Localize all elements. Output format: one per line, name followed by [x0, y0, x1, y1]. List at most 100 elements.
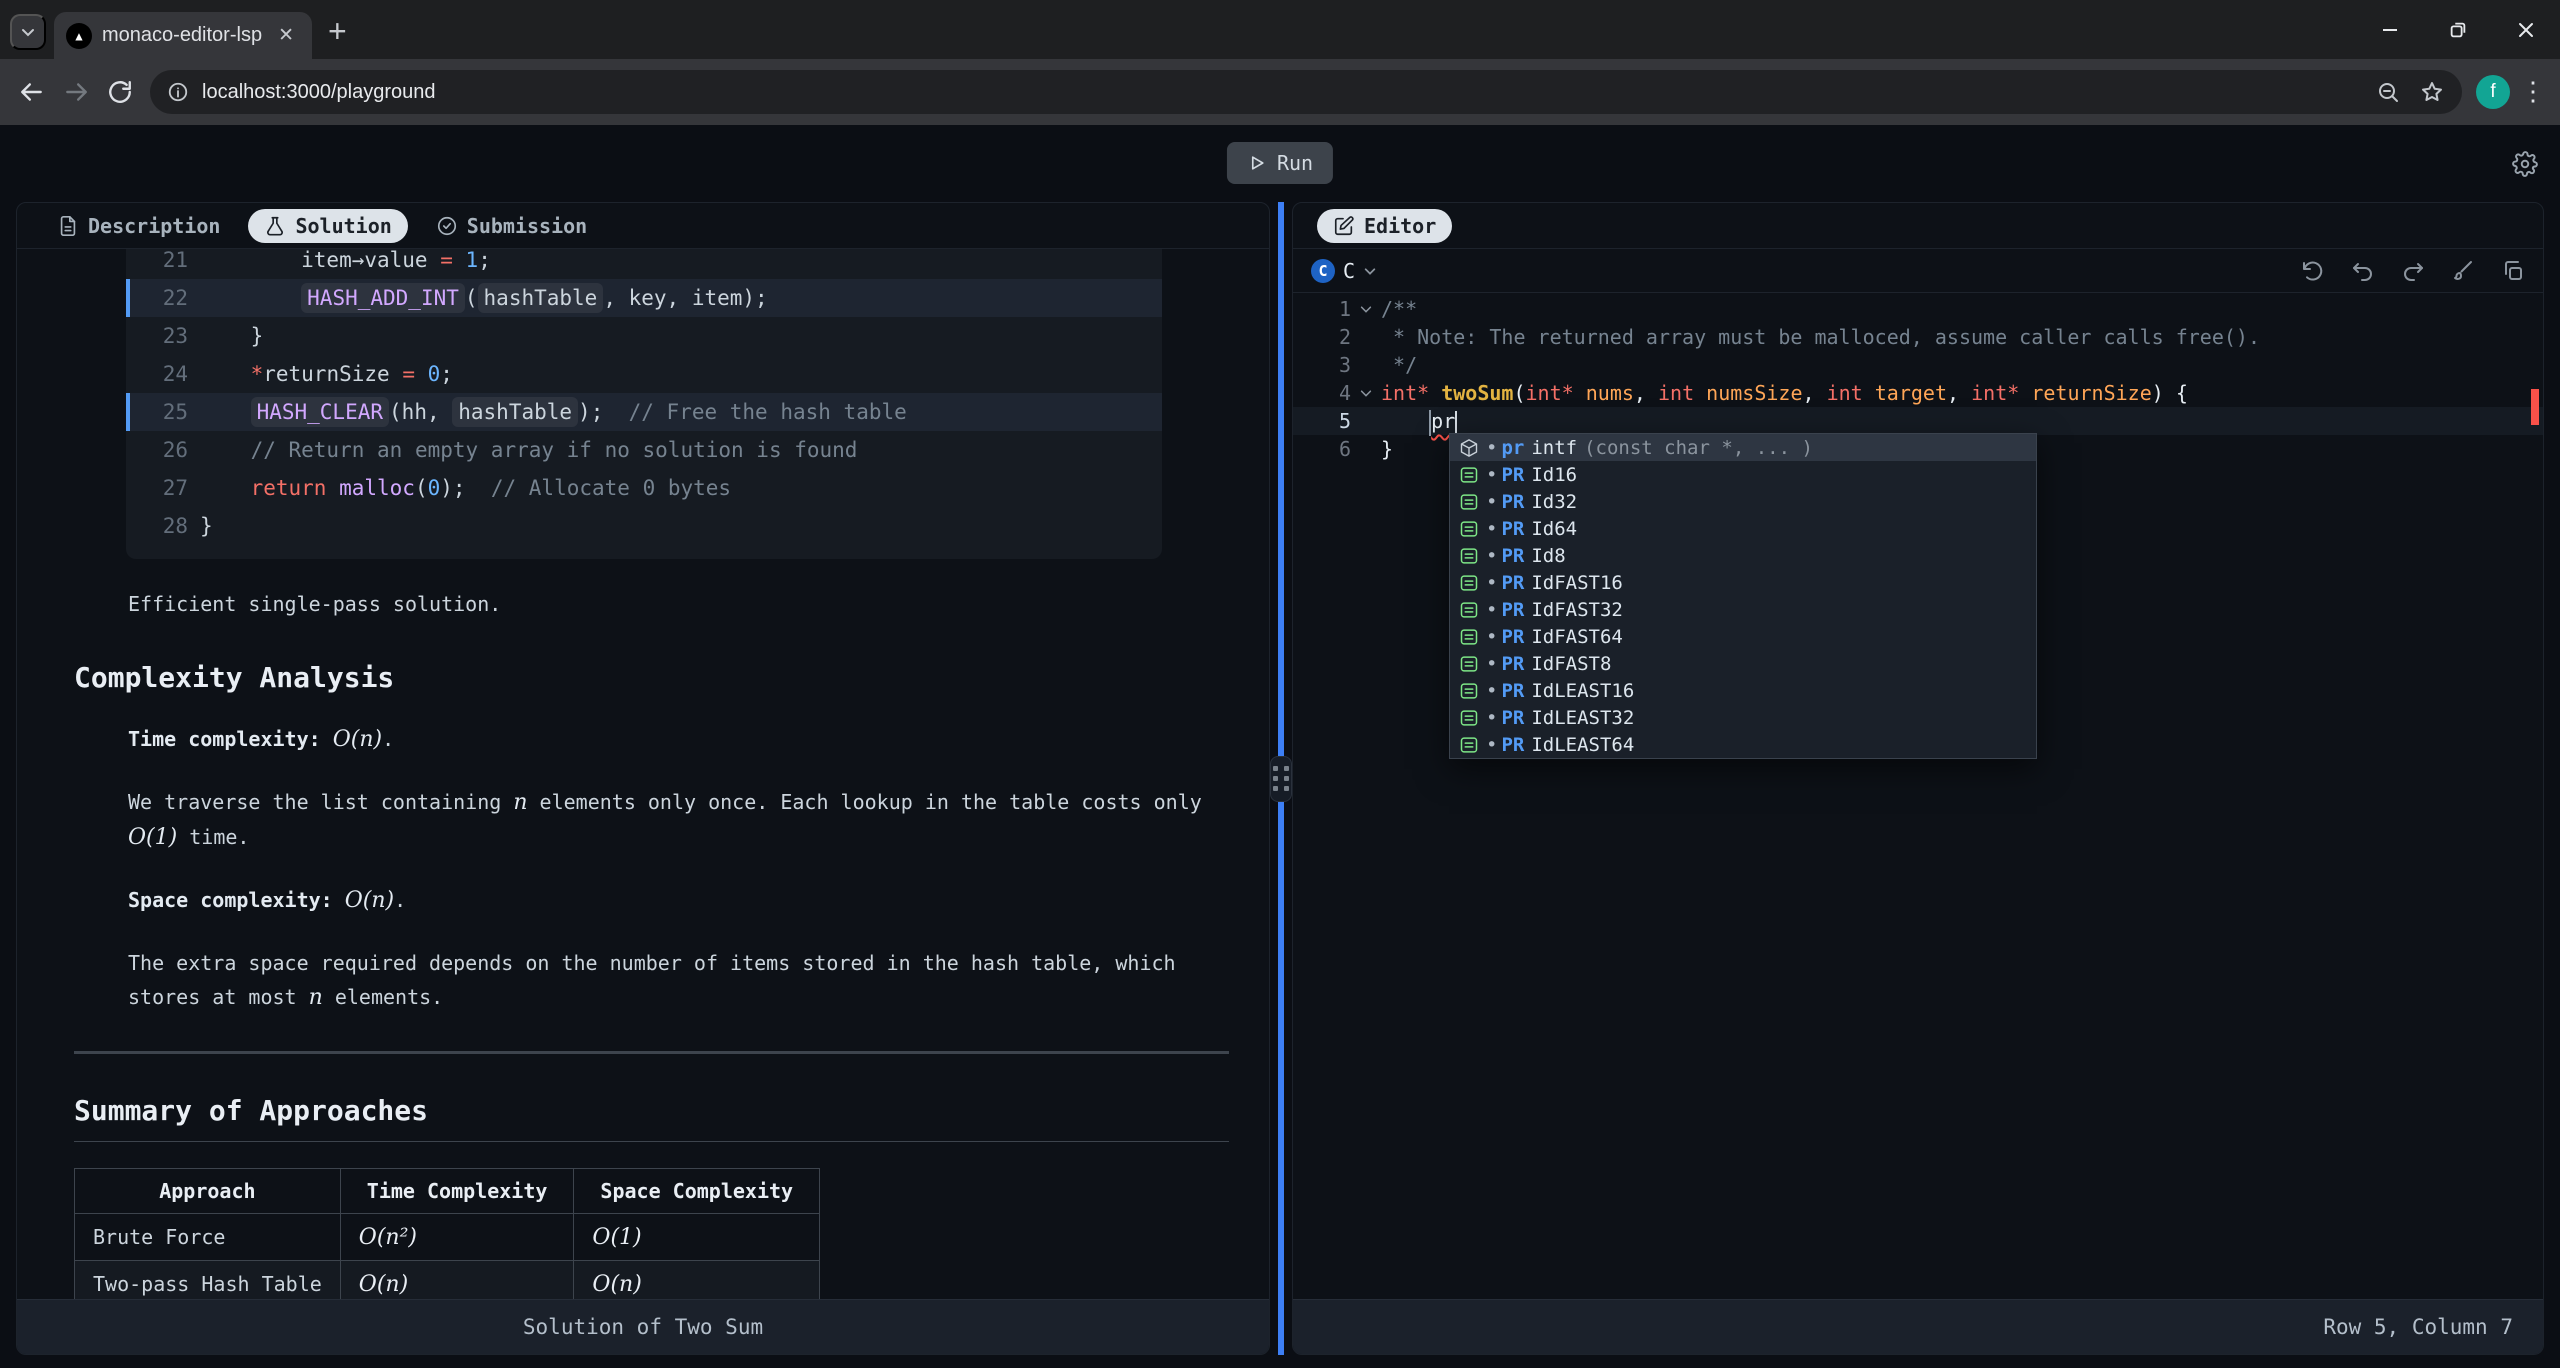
suggestion-label: Id16 — [1531, 464, 1577, 486]
code-line: 22 HASH_ADD_INT(hashTable, key, item); — [126, 279, 1162, 317]
copy-icon[interactable] — [2501, 259, 2525, 283]
suggestion-label: IdFAST64 — [1531, 626, 1623, 648]
profile-avatar[interactable]: f — [2476, 75, 2510, 109]
bookmark-star-icon[interactable] — [2410, 80, 2454, 104]
reload-icon[interactable] — [98, 70, 142, 114]
browser-toolbar: localhost:3000/playground f ⋮ — [0, 59, 2560, 125]
paragraph: Efficient single-pass solution. — [128, 587, 1220, 621]
reset-icon[interactable] — [2301, 259, 2325, 283]
check-circle-icon — [436, 215, 458, 237]
close-icon[interactable] — [2492, 0, 2560, 59]
line-number: 28 — [126, 507, 188, 545]
suggestion-bullet: • — [1486, 734, 1497, 756]
table-cell: O(1) — [574, 1214, 820, 1261]
suggestion-item[interactable]: •PRIdFAST16 — [1450, 569, 2036, 596]
field-lines-icon — [1459, 573, 1479, 593]
code-line: 24 *returnSize = 0; — [126, 355, 1162, 393]
tab-search-button[interactable] — [10, 14, 46, 50]
c-language-icon: C — [1311, 259, 1335, 283]
cursor-position: Row 5, Column 7 — [2323, 1315, 2513, 1339]
gear-icon[interactable] — [2512, 151, 2538, 177]
code-line: 26 // Return an empty array if no soluti… — [126, 431, 1162, 469]
section-heading: Summary of Approaches — [74, 1094, 1229, 1142]
browser-tab[interactable]: ▲ monaco-editor-lsp-next ✕ — [54, 12, 312, 59]
autocomplete-popup: •printf(const char *, ... )•PRId16•PRId3… — [1449, 433, 2037, 759]
code-line: 27 return malloc(0); // Allocate 0 bytes — [126, 469, 1162, 507]
editor-code-area[interactable]: 1/**2 * Note: The returned array must be… — [1293, 293, 2543, 1299]
suggestion-item[interactable]: •PRIdLEAST16 — [1450, 677, 2036, 704]
redo-icon[interactable] — [2401, 259, 2425, 283]
fold-gutter — [1351, 323, 1381, 351]
suggestion-item[interactable]: •printf(const char *, ... ) — [1450, 434, 2036, 461]
suggestion-item[interactable]: •PRIdFAST64 — [1450, 623, 2036, 650]
language-selector[interactable]: C C — [1311, 259, 1377, 283]
editor-line[interactable]: 2 * Note: The returned array must be mal… — [1293, 323, 2543, 351]
left-status-bar: Solution of Two Sum — [17, 1299, 1269, 1354]
url-text: localhost:3000/playground — [202, 81, 436, 104]
suggestion-label: IdFAST32 — [1531, 599, 1623, 621]
suggestion-bullet: • — [1486, 518, 1497, 540]
browser-tab-title: monaco-editor-lsp-next — [102, 24, 262, 47]
suggestion-bullet: • — [1486, 545, 1497, 567]
field-lines-icon — [1459, 627, 1479, 647]
fold-chevron-icon[interactable] — [1351, 379, 1381, 407]
info-icon[interactable] — [160, 81, 196, 103]
back-arrow-icon[interactable] — [10, 70, 54, 114]
section-heading: Complexity Analysis — [74, 661, 1229, 694]
restore-icon[interactable] — [2424, 0, 2492, 59]
editor-line-number: 3 — [1299, 351, 1351, 379]
suggestion-item[interactable]: •PRId8 — [1450, 542, 2036, 569]
code-text: // Return an empty array if no solution … — [188, 431, 857, 469]
editor-line[interactable]: 3 */ — [1293, 351, 2543, 379]
solution-panel: Description Solution Submission 21 item→… — [16, 202, 1270, 1355]
page-header: Run — [0, 125, 2560, 202]
suggestion-item[interactable]: •PRIdLEAST64 — [1450, 731, 2036, 758]
matched-prefix: PR — [1501, 653, 1524, 675]
article: 21 item→value = 1;22 HASH_ADD_INT(hashTa… — [17, 249, 1269, 1299]
paragraph: Time complexity: O(n). — [128, 722, 1220, 757]
undo-icon[interactable] — [2351, 259, 2375, 283]
editor-toolbar: C C — [1293, 249, 2543, 293]
line-number: 21 — [126, 249, 188, 279]
forward-arrow-icon[interactable] — [54, 70, 98, 114]
code-text: } — [188, 317, 263, 355]
editor-line[interactable]: 1/** — [1293, 295, 2543, 323]
suggestion-item[interactable]: •PRId64 — [1450, 515, 2036, 542]
paragraph: We traverse the list containing n elemen… — [128, 785, 1220, 855]
editor-code-text: } — [1381, 435, 1393, 463]
editor-line[interactable]: 5 pr — [1293, 407, 2543, 435]
editor-line-number: 6 — [1299, 435, 1351, 463]
suggestion-item[interactable]: •PRIdFAST32 — [1450, 596, 2036, 623]
suggestion-item[interactable]: •PRIdFAST8 — [1450, 650, 2036, 677]
zoom-out-icon[interactable] — [2366, 80, 2410, 104]
suggestion-item[interactable]: •PRId16 — [1450, 461, 2036, 488]
address-bar[interactable]: localhost:3000/playground — [150, 70, 2462, 114]
tab-editor[interactable]: Editor — [1317, 209, 1452, 243]
window-controls — [2356, 0, 2560, 59]
tab-label: Solution — [295, 214, 391, 238]
table-cell: O(n) — [340, 1261, 574, 1300]
suggestion-bullet: • — [1486, 653, 1497, 675]
tab-submission[interactable]: Submission — [420, 209, 603, 243]
tab-solution[interactable]: Solution — [248, 209, 407, 243]
field-lines-icon — [1459, 519, 1479, 539]
minimize-icon[interactable] — [2356, 0, 2424, 59]
divider — [74, 1051, 1229, 1054]
format-brush-icon[interactable] — [2451, 259, 2475, 283]
new-tab-button[interactable]: + — [328, 15, 347, 47]
suggestion-item[interactable]: •PRIdLEAST32 — [1450, 704, 2036, 731]
kebab-menu-icon[interactable]: ⋮ — [2516, 77, 2550, 107]
suggestion-item[interactable]: •PRId32 — [1450, 488, 2036, 515]
matched-prefix: PR — [1501, 626, 1524, 648]
paragraph: The extra space required depends on the … — [128, 946, 1220, 1015]
chevron-down-icon — [20, 24, 36, 40]
run-button[interactable]: Run — [1227, 142, 1333, 184]
approaches-table: ApproachTime ComplexitySpace ComplexityB… — [74, 1168, 820, 1299]
editor-line[interactable]: 4int* twoSum(int* nums, int numsSize, in… — [1293, 379, 2543, 407]
divider-grip-icon[interactable] — [1270, 756, 1292, 802]
matched-prefix: pr — [1501, 437, 1524, 459]
fold-chevron-icon[interactable] — [1351, 295, 1381, 323]
tab-description[interactable]: Description — [41, 209, 236, 243]
panel-resize-divider[interactable] — [1270, 202, 1292, 1355]
tab-close-icon[interactable]: ✕ — [272, 22, 300, 49]
